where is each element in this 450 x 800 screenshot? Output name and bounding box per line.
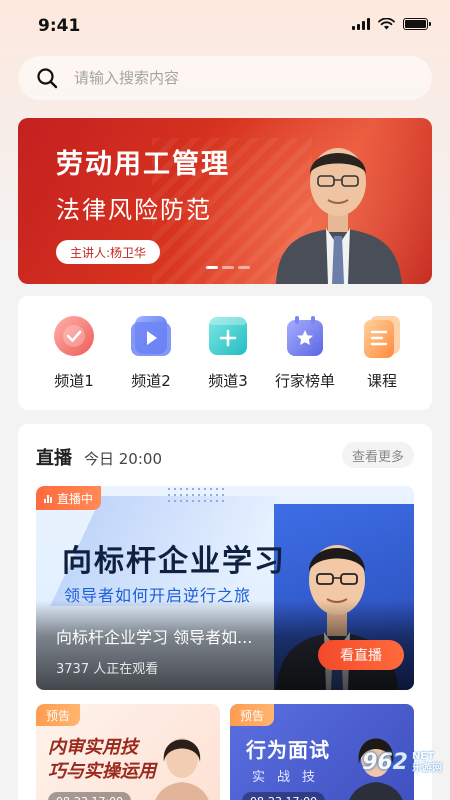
search-icon: [37, 68, 58, 89]
banner-title: 劳动用工管理: [56, 149, 230, 180]
star-icon: [283, 314, 327, 358]
channel-label: 行家榜单: [274, 372, 335, 390]
preview-card-1[interactable]: 内审实用技 巧与实操运用 预告 08-23 17:00: [36, 704, 220, 800]
search-bar[interactable]: [18, 56, 432, 100]
live-section-title: 直播: [36, 448, 72, 469]
live-bars-icon: [44, 494, 52, 503]
watermark-site: NET: [412, 750, 435, 762]
channel-item-1[interactable]: 频道1: [36, 314, 112, 410]
plus-icon: [206, 314, 250, 358]
channel-item-4[interactable]: 行家榜单: [267, 314, 343, 410]
banner-pager[interactable]: [206, 266, 250, 269]
live-feature-card[interactable]: 向标杆企业学习 领导者如何开启逆行之旅 直播中 向标杆企业学习 领导者如... …: [36, 486, 414, 690]
watermark-text: NET 乐游网: [412, 751, 442, 775]
preview-title: 行为面试: [246, 738, 330, 762]
document-icon: [360, 314, 404, 358]
status-bar: 9:41: [0, 0, 450, 56]
status-time: 9:41: [38, 16, 81, 36]
live-badge: 直播中: [36, 486, 102, 510]
promo-banner[interactable]: 劳动用工管理 法律风险防范 主讲人:杨卫华: [18, 118, 432, 284]
search-input[interactable]: [74, 69, 394, 87]
site-watermark: 962 NET 乐游网: [362, 750, 442, 775]
live-headline: 向标杆企业学习: [62, 544, 286, 579]
live-time: 今日 20:00: [84, 450, 162, 468]
watermark-name: 乐游网: [412, 762, 442, 774]
watermark-number: 962: [362, 750, 408, 775]
signal-icon: [352, 18, 370, 30]
live-header: 直播 今日 20:00: [36, 444, 162, 470]
live-badge-label: 直播中: [57, 491, 94, 506]
see-more-button[interactable]: 查看更多: [341, 442, 414, 468]
viewer-count: 3737 人正在观看: [56, 662, 159, 677]
play-icon: [129, 314, 173, 358]
preview-badge: 预告: [230, 704, 275, 726]
banner-speaker-tag: 主讲人:杨卫华: [56, 240, 161, 264]
status-icons: [352, 18, 431, 30]
channel-item-2[interactable]: 频道2: [113, 314, 189, 410]
speaker-photo: [276, 148, 402, 284]
channel-label: 频道1: [54, 372, 94, 390]
watch-live-button[interactable]: 看直播: [318, 640, 404, 670]
live-caption: 向标杆企业学习 领导者如...: [56, 628, 253, 647]
preview-time: 08-23 17:00: [242, 792, 326, 800]
channel-label: 课程: [366, 372, 397, 390]
channel-item-3[interactable]: 频道3: [190, 314, 266, 410]
wifi-icon: [378, 18, 395, 30]
preview-badge: 预告: [36, 704, 81, 726]
check-circle-icon: [52, 314, 96, 358]
preview-title: 内审实用技 巧与实操运用: [48, 737, 156, 782]
live-section: 直播 今日 20:00 查看更多 向标杆企业学习 领导者如何开启逆行之旅 直播中…: [18, 424, 432, 800]
card-dot-pattern: [166, 486, 226, 506]
channel-label: 频道2: [131, 372, 171, 390]
channel-grid: 频道1 频道2 频道3 行家榜单 课程: [18, 296, 432, 410]
channel-item-5[interactable]: 课程: [344, 314, 420, 410]
preview-host-photo: [155, 738, 209, 800]
preview-subtitle: 实战技: [252, 770, 328, 785]
banner-subtitle: 法律风险防范: [56, 196, 212, 224]
preview-time: 08-23 17:00: [48, 792, 132, 800]
battery-icon: [403, 18, 431, 30]
channel-label: 频道3: [208, 372, 248, 390]
